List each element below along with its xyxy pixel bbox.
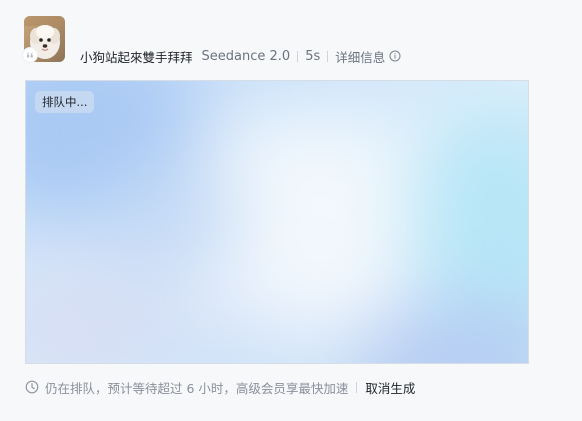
divider bbox=[297, 50, 299, 62]
task-meta-row: 小狗站起來雙手拜拜 Seedance 2.0 5s 详细信息 bbox=[80, 45, 401, 67]
queue-status-badge: 排队中... bbox=[35, 91, 95, 113]
clock-icon bbox=[25, 380, 39, 394]
duration-label: 5s bbox=[305, 48, 321, 64]
divider bbox=[327, 50, 329, 62]
details-label: 详细信息 bbox=[335, 49, 386, 65]
model-name: Seedance 2.0 bbox=[201, 48, 291, 64]
avatar-group bbox=[23, 16, 65, 62]
queue-status-label: 排队中... bbox=[42, 95, 88, 109]
quote-icon bbox=[23, 48, 37, 62]
video-preview-placeholder[interactable]: 排队中... bbox=[25, 80, 529, 364]
prompt-text[interactable]: 小狗站起來雙手拜拜 bbox=[80, 47, 193, 66]
queue-message: 仍在排队，预计等待超过 6 小时，高级会员享最快加速 bbox=[45, 380, 349, 396]
queue-info-row: 仍在排队，预计等待超过 6 小时，高级会员享最快加速 取消生成 bbox=[25, 377, 415, 397]
divider bbox=[356, 381, 358, 393]
info-icon bbox=[389, 50, 401, 62]
details-button[interactable]: 详细信息 bbox=[335, 47, 401, 66]
cancel-generation-button[interactable]: 取消生成 bbox=[365, 378, 415, 397]
gradient-background bbox=[26, 81, 528, 363]
generation-task-card: 小狗站起來雙手拜拜 Seedance 2.0 5s 详细信息 排队中... 仍在… bbox=[0, 0, 582, 421]
